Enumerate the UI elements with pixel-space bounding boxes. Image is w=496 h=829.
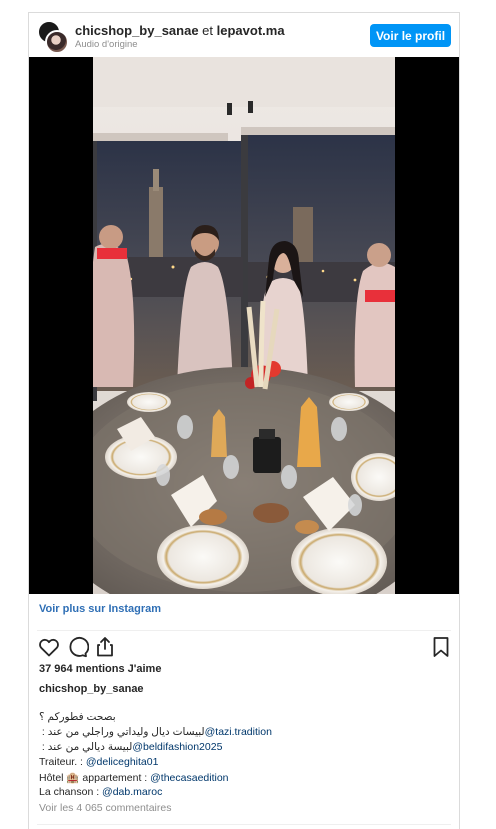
caption-line-6: La chanson : @dab.maroc	[39, 786, 162, 798]
post-header: chicshop_by_sanae et lepavot.ma Audio d'…	[29, 13, 459, 57]
account-names: chicshop_by_sanae et lepavot.ma	[75, 23, 285, 38]
account-name-secondary[interactable]: lepavot.ma	[217, 23, 285, 38]
avatar-secondary	[45, 30, 69, 54]
caption-line-4: Traiteur. : @deliceghita01	[39, 756, 158, 768]
mention-link[interactable]: @thecasaedition	[150, 772, 228, 784]
comment-icon[interactable]	[65, 635, 89, 659]
mention-link[interactable]: @dab.maroc	[102, 786, 162, 798]
account-connector: et	[198, 23, 217, 38]
divider-bottom	[37, 824, 451, 825]
account-name-primary[interactable]: chicshop_by_sanae	[75, 23, 199, 38]
caption-line-6-text: La chanson :	[39, 786, 103, 798]
avatar[interactable]	[37, 20, 69, 54]
heart-icon[interactable]	[37, 635, 61, 659]
video-frame[interactable]	[93, 57, 395, 594]
bookmark-icon[interactable]	[429, 635, 453, 659]
post-media[interactable]	[29, 57, 459, 594]
mention-link[interactable]: @deliceghita01	[86, 756, 159, 768]
redaction-box-right	[365, 290, 395, 302]
share-icon[interactable]	[93, 635, 117, 659]
view-more-on-instagram-link[interactable]: Voir plus sur Instagram	[39, 603, 161, 615]
caption-line-3: لبيسة ديالي من عند : @beldifashion2025	[39, 741, 223, 753]
divider	[37, 630, 451, 631]
view-profile-button[interactable]: Voir le profil	[370, 24, 451, 47]
mention-link[interactable]: @beldifashion2025	[132, 741, 222, 753]
caption-username[interactable]: chicshop_by_sanae	[39, 683, 144, 695]
audio-label[interactable]: Audio d'origine	[75, 39, 138, 50]
caption-line-1: بصحت فطوركم ؟	[39, 711, 116, 723]
caption-line-2-text: لبيسات ديال وليداتي وراجلي من عند :	[39, 726, 205, 738]
caption-line-3-text: لبيسة ديالي من عند :	[39, 741, 133, 753]
likes-count[interactable]: 37 964 mentions J'aime	[39, 663, 161, 675]
view-comments-link[interactable]: Voir les 4 065 commentaires	[39, 802, 171, 814]
redaction-box-left	[97, 248, 127, 259]
caption-line-4-text: Traiteur. :	[39, 756, 86, 768]
caption-line-5: Hôtel 🏨 appartement : @thecasaedition	[39, 771, 229, 784]
instagram-embed-card: chicshop_by_sanae et lepavot.ma Audio d'…	[28, 12, 460, 829]
video-still	[93, 57, 395, 594]
caption-line-5-text: Hôtel 🏨 appartement :	[39, 772, 151, 784]
caption-line-2: لبيسات ديال وليداتي وراجلي من عند : @taz…	[39, 726, 272, 738]
mention-link[interactable]: @tazi.tradition	[205, 726, 272, 738]
